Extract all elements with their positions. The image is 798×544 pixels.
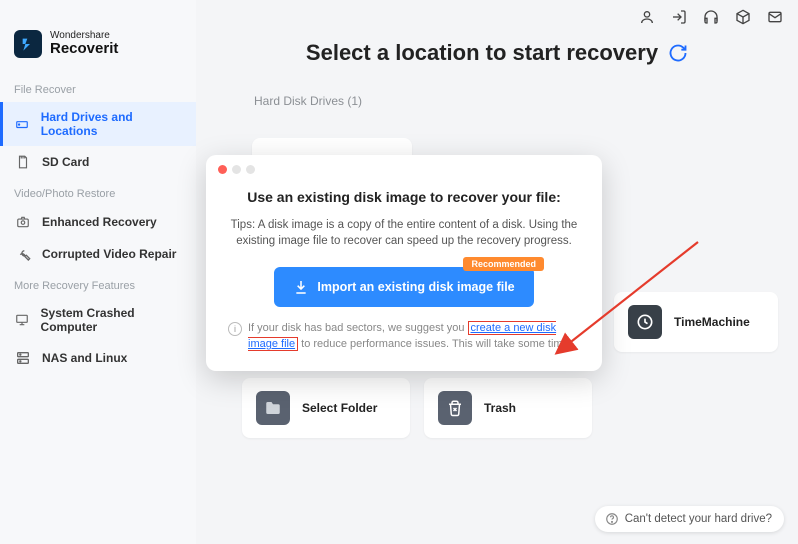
logo-icon	[14, 30, 42, 58]
footer-text-pre: If your disk has bad sectors, we suggest…	[248, 322, 468, 334]
timemachine-icon	[628, 305, 662, 339]
modal-window-controls[interactable]	[218, 165, 255, 174]
page-title-row: Select a location to start recovery	[218, 40, 776, 66]
help-bubble[interactable]: Can't detect your hard drive?	[595, 506, 784, 532]
trash-icon	[438, 391, 472, 425]
hard-drive-icon	[14, 116, 31, 132]
sidebar-item-label: Corrupted Video Repair	[42, 247, 176, 261]
card-timemachine[interactable]: TimeMachine	[614, 292, 778, 352]
card-select-folder[interactable]: Select Folder	[242, 378, 410, 438]
sidebar-item-nas-linux[interactable]: NAS and Linux	[0, 342, 196, 374]
button-label: Import an existing disk image file	[317, 280, 514, 294]
footer-text-post: to reduce performance issues. This will …	[298, 338, 572, 350]
sidebar-item-label: NAS and Linux	[42, 351, 127, 365]
sidebar-item-label: Hard Drives and Locations	[41, 110, 182, 138]
camera-icon	[14, 214, 32, 230]
sidebar: Wondershare Recoverit File Recover Hard …	[0, 0, 196, 544]
card-label: Trash	[484, 401, 516, 415]
sidebar-item-label: SD Card	[42, 155, 89, 169]
section-file-recover: File Recover	[0, 74, 196, 102]
modal-footer: i If your disk has bad sectors, we sugge…	[228, 321, 580, 353]
sidebar-item-label: System Crashed Computer	[41, 306, 182, 334]
card-label: TimeMachine	[674, 315, 750, 329]
brand-name: Recoverit	[50, 41, 118, 57]
hdd-group-label: Hard Disk Drives (1)	[254, 94, 776, 108]
monitor-icon	[14, 312, 31, 328]
info-icon: i	[228, 322, 242, 336]
sidebar-item-sd-card[interactable]: SD Card	[0, 146, 196, 178]
disk-image-modal: Use an existing disk image to recover yo…	[206, 155, 602, 371]
question-icon	[605, 512, 619, 526]
recommended-badge: Recommended	[463, 257, 544, 271]
wrench-icon	[14, 246, 32, 262]
sidebar-item-label: Enhanced Recovery	[42, 215, 157, 229]
app-logo: Wondershare Recoverit	[0, 30, 196, 74]
download-icon	[293, 279, 309, 295]
sd-card-icon	[14, 154, 32, 170]
server-icon	[14, 350, 32, 366]
import-disk-image-button[interactable]: Import an existing disk image file	[274, 267, 534, 307]
card-trash[interactable]: Trash	[424, 378, 592, 438]
modal-tips: Tips: A disk image is a copy of the enti…	[228, 217, 580, 249]
sidebar-item-system-crashed[interactable]: System Crashed Computer	[0, 298, 196, 342]
sidebar-item-hard-drives[interactable]: Hard Drives and Locations	[0, 102, 196, 146]
help-text: Can't detect your hard drive?	[625, 513, 772, 525]
card-label: Select Folder	[302, 401, 377, 415]
quick-access-row: Select Folder Trash	[242, 378, 778, 438]
modal-title: Use an existing disk image to recover yo…	[228, 189, 580, 205]
folder-icon	[256, 391, 290, 425]
refresh-icon[interactable]	[668, 43, 688, 63]
page-title: Select a location to start recovery	[306, 40, 658, 66]
external-row: TimeMachine	[614, 292, 778, 352]
section-more-features: More Recovery Features	[0, 270, 196, 298]
sidebar-item-corrupted-video[interactable]: Corrupted Video Repair	[0, 238, 196, 270]
section-video-photo: Video/Photo Restore	[0, 178, 196, 206]
sidebar-item-enhanced-recovery[interactable]: Enhanced Recovery	[0, 206, 196, 238]
